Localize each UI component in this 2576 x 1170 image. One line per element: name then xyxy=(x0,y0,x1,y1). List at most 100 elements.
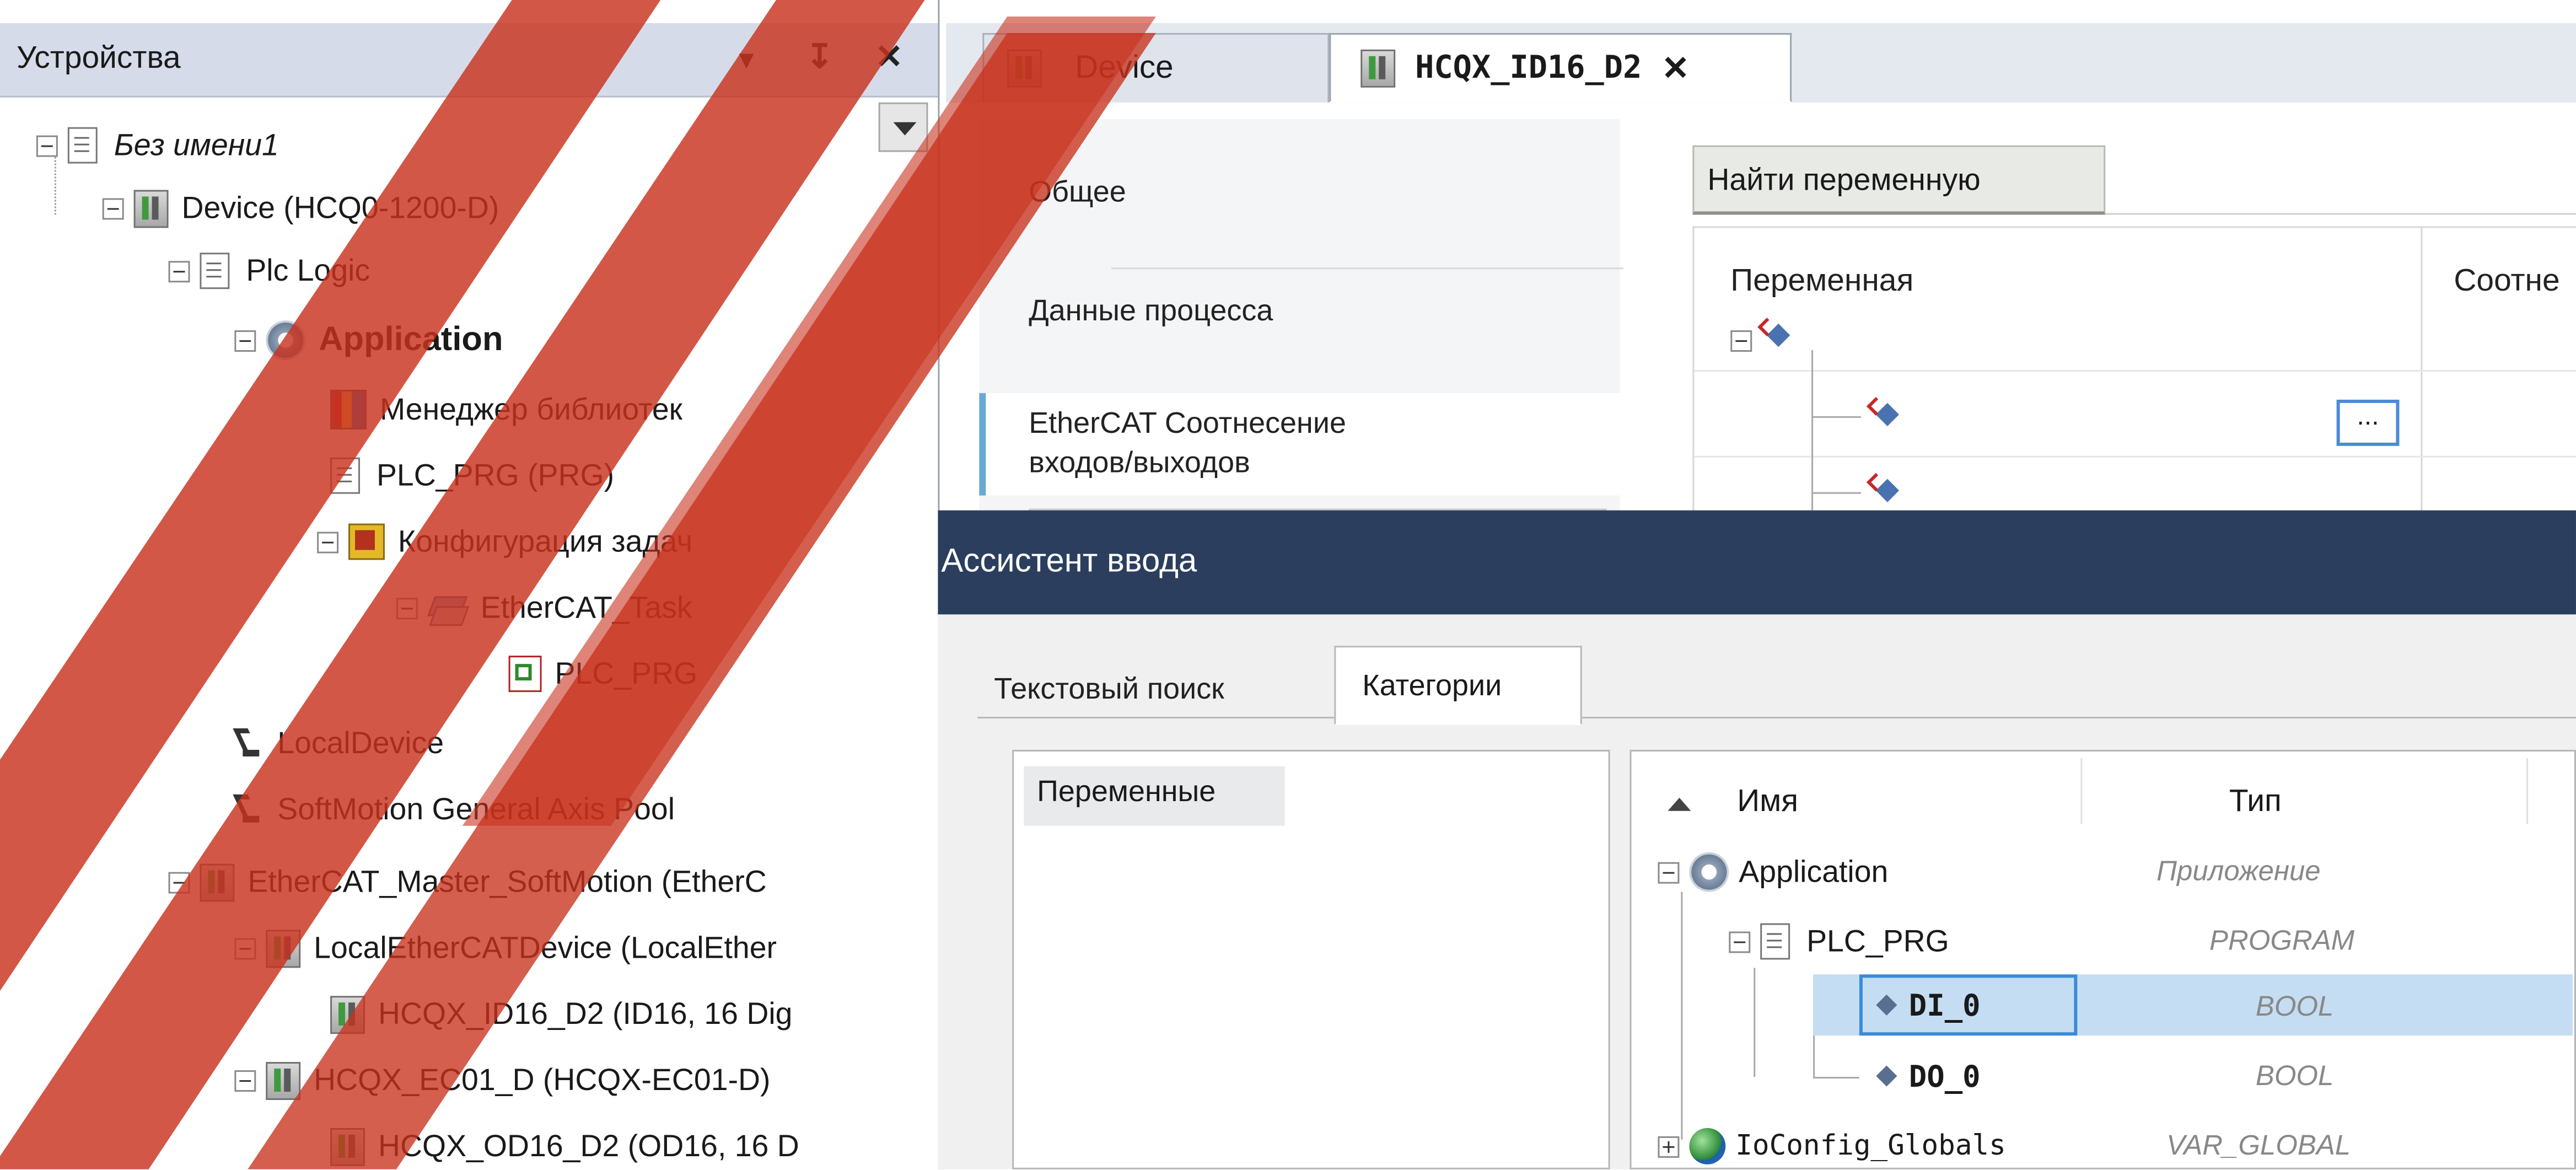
io-variable-icon xyxy=(1760,320,1790,344)
devices-panel-header: Устройства ▾ ↧ ✕ xyxy=(0,23,938,98)
tree-item-device[interactable]: Device (HCQ0-1200-D) xyxy=(102,179,499,238)
tab-text-search[interactable]: Текстовый поиск xyxy=(984,652,1334,725)
column-divider xyxy=(2526,758,2529,824)
find-bar-line xyxy=(2105,213,2576,215)
tree-item-label: Без имени1 xyxy=(114,127,279,162)
expand-icon[interactable] xyxy=(1658,1135,1680,1157)
collapse-icon[interactable] xyxy=(168,260,190,282)
row-name: Application xyxy=(1739,854,1889,889)
device-icon xyxy=(266,1061,301,1099)
tree-item-label: Application xyxy=(319,320,503,359)
editor-tab-strip: Device HCQX_ID16_D2 ✕ xyxy=(946,23,2576,104)
tree-guide-line xyxy=(1811,492,1861,494)
list-row-application[interactable]: Application xyxy=(1658,842,1888,902)
tree-guide-line xyxy=(1811,350,1814,514)
collapse-icon[interactable] xyxy=(102,197,124,219)
tab-hcqx-id16-d2[interactable]: HCQX_ID16_D2 ✕ xyxy=(1329,33,1792,103)
tree-guide-line xyxy=(1681,892,1683,1140)
project-page-icon xyxy=(67,127,98,164)
categories-list: Переменные xyxy=(1012,749,1610,1169)
io-mapping-grid: Переменная Соотне xyxy=(1692,226,2576,514)
row-type: VAR_GLOBAL xyxy=(2166,1129,2351,1161)
tab-label: Device xyxy=(1075,49,1174,86)
device-icon xyxy=(330,995,365,1033)
editor-side-nav: Общее Данные процесса EtherCAT Соотнесен… xyxy=(979,119,1623,512)
device-icon xyxy=(1007,49,1042,88)
tree-item-library-manager[interactable]: Менеджер библиотек xyxy=(330,380,682,439)
list-row-plc-prg[interactable]: PLC_PRG xyxy=(1729,912,1949,972)
tree-item-label: LocalDevice xyxy=(277,725,444,760)
collapse-icon[interactable] xyxy=(1729,930,1751,952)
close-panel-icon[interactable]: ✕ xyxy=(875,36,903,78)
tab-label: HCQX_ID16_D2 xyxy=(1415,49,1642,86)
pin-icon[interactable]: ↧ xyxy=(806,36,833,78)
tree-item-hcqx-ec01[interactable]: HCQX_EC01_D (HCQX-EC01-D) xyxy=(234,1050,771,1110)
nav-item-general[interactable]: Общее xyxy=(979,175,1620,210)
list-row-di-0[interactable]: DI_0 xyxy=(1876,976,1981,1035)
nav-item-label-line2: входов/выходов xyxy=(1029,446,1250,479)
sort-ascending-icon[interactable] xyxy=(1668,797,1691,811)
dropdown-icon[interactable]: ▾ xyxy=(740,43,753,76)
devices-panel: Устройства ▾ ↧ ✕ Без имени1 Device (HCQ0… xyxy=(0,0,940,1169)
collapse-icon[interactable] xyxy=(36,135,58,157)
device-icon xyxy=(200,863,235,901)
tree-item-label: Plc Logic xyxy=(246,253,370,288)
find-variable-button[interactable]: Найти переменную xyxy=(1692,145,2106,215)
device-editor: Общее Данные процесса EtherCAT Соотнесен… xyxy=(946,102,2576,514)
device-icon xyxy=(1360,49,1396,87)
collapse-icon[interactable] xyxy=(1658,861,1680,883)
tree-item-task-config[interactable]: Конфигурация задач xyxy=(317,512,692,572)
collapse-icon[interactable] xyxy=(234,1069,256,1091)
tree-item-label: HCQX_OD16_D2 (OD16, 16 D xyxy=(378,1128,799,1163)
row-name: PLC_PRG xyxy=(1806,923,1949,958)
collapse-icon[interactable] xyxy=(317,531,339,552)
list-row-ioconfig-globals[interactable]: IoConfig_Globals xyxy=(1658,1117,2006,1169)
tree-item-label: Конфигурация задач xyxy=(397,523,693,559)
dialog-title-bar: Ассистент ввода xyxy=(938,510,2576,615)
tab-categories[interactable]: Категории xyxy=(1334,646,1582,726)
tree-item-project[interactable]: Без имени1 xyxy=(36,116,279,175)
tree-item-axis-pool[interactable]: SoftMotion General Axis Pool xyxy=(234,780,675,839)
tab-device[interactable]: Device xyxy=(982,33,1330,103)
row-type: PROGRAM xyxy=(2209,925,2355,957)
tree-item-plc-prg[interactable]: PLC_PRG (PRG) xyxy=(330,446,614,506)
column-header-name[interactable]: Имя xyxy=(1737,785,1798,821)
tree-item-hcqx-od16[interactable]: HCQX_OD16_D2 (OD16, 16 D xyxy=(330,1117,799,1169)
tree-item-label: SoftMotion General Axis Pool xyxy=(277,791,675,826)
browse-variable-button[interactable]: ... xyxy=(2336,399,2400,446)
application-gear-icon xyxy=(266,320,306,361)
tree-item-plc-logic[interactable]: Plc Logic xyxy=(168,241,370,300)
nav-item-ethercat-io-mapping[interactable]: EtherCAT Соотнесение входов/выходов xyxy=(979,393,1620,496)
program-page-icon xyxy=(330,457,361,494)
column-header-type[interactable]: Тип xyxy=(2229,785,2282,821)
tree-item-label: EtherCAT_Master_SoftMotion (EtherC xyxy=(248,863,767,899)
nav-item-process-data[interactable]: Данные процесса xyxy=(979,294,1620,329)
list-row-do-0[interactable]: DO_0 xyxy=(1876,1047,1981,1107)
tree-item-ethercat-task[interactable]: EtherCAT_Task xyxy=(396,578,692,637)
tree-item-label: HCQX_ID16_D2 (ID16, 16 Dig xyxy=(378,996,793,1031)
nav-item-label-line1: EtherCAT Соотнесение xyxy=(1029,406,1346,439)
tree-item-local-device[interactable]: LocalDevice xyxy=(234,713,444,773)
io-variable-icon xyxy=(1869,400,1899,423)
column-header-variable: Переменная xyxy=(1730,264,1914,299)
tree-item-local-ethercat-device[interactable]: LocalEtherCATDevice (LocalEther xyxy=(234,918,777,978)
close-tab-icon[interactable]: ✕ xyxy=(1661,47,1689,88)
category-item-variables[interactable]: Переменные xyxy=(1024,766,1285,826)
tree-item-label: Device (HCQ0-1200-D) xyxy=(181,190,499,225)
tree-guide-line xyxy=(1813,1077,1859,1079)
tree-item-plc-prg-call[interactable]: PLC_PRG xyxy=(508,644,697,704)
tree-dropdown-button[interactable] xyxy=(878,102,928,152)
row-type: Приложение xyxy=(2156,855,2321,887)
tree-item-ethercat-master[interactable]: EtherCAT_Master_SoftMotion (EtherC xyxy=(168,852,767,912)
collapse-icon[interactable] xyxy=(234,937,256,959)
collapse-icon[interactable] xyxy=(234,329,256,351)
collapse-icon[interactable] xyxy=(396,597,418,619)
dialog-title: Ассистент ввода xyxy=(941,543,1197,580)
collapse-icon[interactable] xyxy=(168,871,190,893)
tree-item-application[interactable]: Application xyxy=(234,310,503,370)
column-divider xyxy=(2080,758,2083,824)
device-icon xyxy=(133,189,169,227)
tree-item-hcqx-id16[interactable]: HCQX_ID16_D2 (ID16, 16 Dig xyxy=(330,984,793,1044)
collapse-icon[interactable] xyxy=(1730,330,1752,352)
device-icon xyxy=(330,1127,365,1166)
